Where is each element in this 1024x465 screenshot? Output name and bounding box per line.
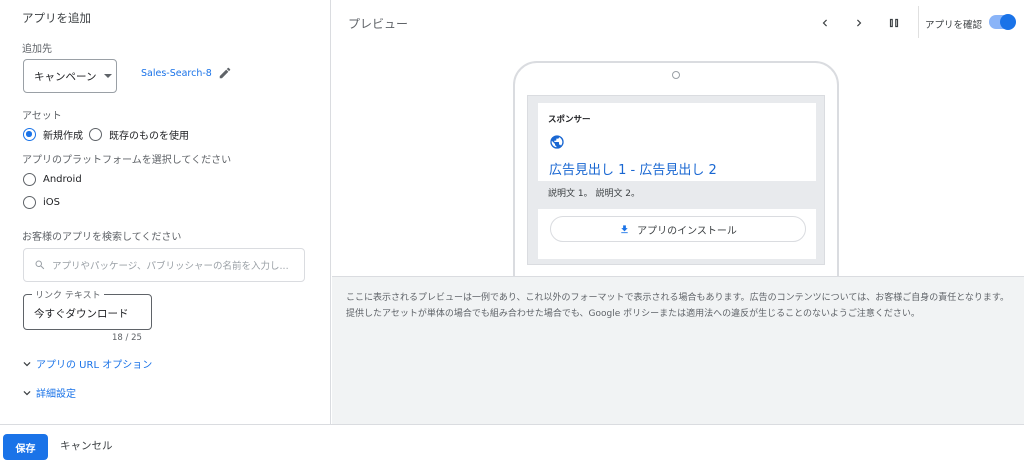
radio-new-asset[interactable]: 新規作成 xyxy=(23,127,83,142)
panel-title: アプリを追加 xyxy=(22,11,91,25)
phone-screen: スポンサー 広告見出し 1 - 広告見出し 2 説明文 1。 説明文 2。 アプ… xyxy=(527,95,825,265)
radio-ios-label: iOS xyxy=(43,197,60,208)
confirm-app-toggle[interactable] xyxy=(989,14,1016,30)
campaign-dropdown-label: キャンペーン xyxy=(34,70,97,83)
radio-unselected-icon[interactable] xyxy=(23,173,36,186)
radio-existing-asset[interactable]: 既存のものを使用 xyxy=(89,127,189,142)
next-button[interactable] xyxy=(850,14,868,32)
search-label: お客様のアプリを検索してください xyxy=(22,232,182,243)
chevron-down-icon xyxy=(23,390,31,395)
destination-label: 追加先 xyxy=(22,44,52,55)
install-app-label: アプリのインストール xyxy=(637,225,737,237)
url-options-label: アプリの URL オプション xyxy=(36,360,153,371)
advanced-settings-label: 詳細設定 xyxy=(36,389,76,400)
radio-ios[interactable]: iOS xyxy=(23,196,60,209)
ad-description: 説明文 1。 説明文 2。 xyxy=(548,189,641,199)
cancel-button[interactable]: キャンセル xyxy=(60,438,113,453)
link-text-field[interactable]: リンク テキスト 今すぐダウンロード xyxy=(23,288,152,330)
asset-label: アセット xyxy=(22,111,62,122)
search-placeholder: アプリやパッケージ、パブリッシャーの名前を入力し... xyxy=(52,261,289,272)
split-view-button[interactable] xyxy=(885,14,903,32)
columns-icon xyxy=(889,18,899,28)
phone-mockup: スポンサー 広告見出し 1 - 広告見出し 2 説明文 1。 説明文 2。 アプ… xyxy=(513,61,839,276)
install-app-button[interactable]: アプリのインストール xyxy=(550,216,806,242)
caret-down-icon xyxy=(104,74,113,78)
platform-label: アプリのプラットフォームを選択してください xyxy=(22,155,232,166)
preview-area: プレビュー アプリを確認 スポンサー 広告見出し 1 - 広告見出し 2 説明文… xyxy=(332,0,1024,277)
radio-new-asset-label: 新規作成 xyxy=(43,131,83,142)
link-text-value[interactable]: 今すぐダウンロード xyxy=(34,306,129,321)
globe-icon xyxy=(550,135,564,149)
ad-card: スポンサー 広告見出し 1 - 広告見出し 2 xyxy=(538,103,816,181)
radio-selected-icon[interactable] xyxy=(23,128,36,141)
pencil-icon[interactable] xyxy=(218,66,232,80)
app-search-input[interactable]: アプリやパッケージ、パブリッシャーの名前を入力し... xyxy=(23,248,305,282)
radio-android[interactable]: Android xyxy=(23,173,82,186)
radio-android-label: Android xyxy=(43,174,82,185)
search-icon xyxy=(35,260,45,270)
campaign-name: Sales-Search-8 xyxy=(141,67,212,79)
campaign-link[interactable]: Sales-Search-8 xyxy=(141,66,232,80)
install-section: アプリのインストール xyxy=(538,209,816,259)
ad-headline[interactable]: 広告見出し 1 - 広告見出し 2 xyxy=(549,159,717,178)
sponsor-label: スポンサー xyxy=(548,115,591,125)
campaign-dropdown[interactable]: キャンペーン xyxy=(23,59,117,93)
char-counter: 18 / 25 xyxy=(112,333,142,343)
chevron-right-icon xyxy=(857,19,862,27)
advanced-settings-expander[interactable]: 詳細設定 xyxy=(20,385,76,400)
camera-icon xyxy=(672,71,680,79)
download-icon xyxy=(621,224,628,233)
url-options-expander[interactable]: アプリの URL オプション xyxy=(20,356,152,371)
preview-title: プレビュー xyxy=(348,17,409,31)
preview-disclaimer: ここに表示されるプレビューは一例であり、これ以外のフォーマットで表示される場合も… xyxy=(346,293,1010,319)
link-text-legend: リンク テキスト xyxy=(32,288,104,301)
chevron-left-icon xyxy=(822,19,827,27)
divider xyxy=(918,6,919,38)
chevron-down-icon xyxy=(23,361,31,366)
add-app-panel: アプリを追加 追加先 キャンペーン Sales-Search-8 アセット 新規… xyxy=(0,0,331,424)
radio-unselected-icon[interactable] xyxy=(89,128,102,141)
footer-bar: 保存 キャンセル xyxy=(0,424,1024,465)
radio-unselected-icon[interactable] xyxy=(23,196,36,209)
confirm-app-label: アプリを確認 xyxy=(925,20,983,31)
radio-existing-asset-label: 既存のものを使用 xyxy=(109,131,189,142)
preview-panel: プレビュー アプリを確認 スポンサー 広告見出し 1 - 広告見出し 2 説明文… xyxy=(332,0,1024,424)
prev-button[interactable] xyxy=(816,14,834,32)
save-button[interactable]: 保存 xyxy=(3,434,48,460)
